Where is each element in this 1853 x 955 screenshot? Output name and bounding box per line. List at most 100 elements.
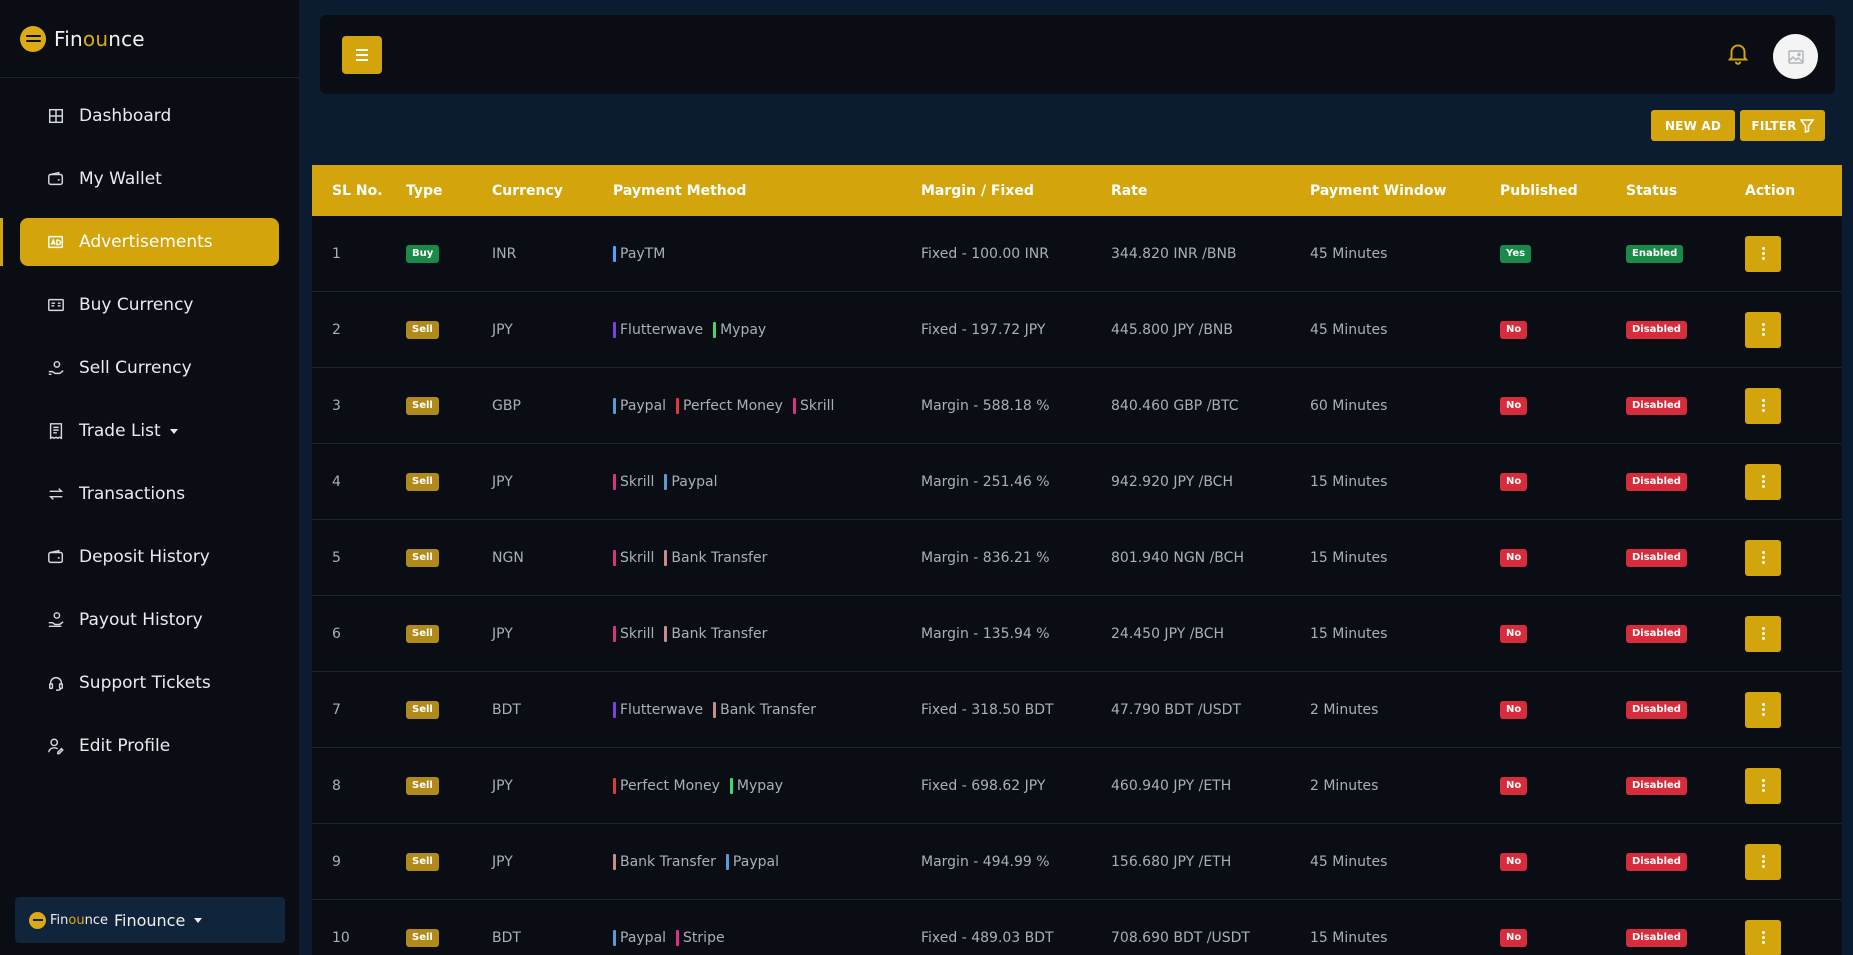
action-cell bbox=[1743, 463, 1842, 500]
sidebar-item-label: Dashboard bbox=[79, 106, 172, 126]
payment-method-name: Bank Transfer bbox=[620, 853, 716, 870]
rate: 47.790 BDT /USDT bbox=[1111, 701, 1242, 718]
row-actions-button[interactable] bbox=[1745, 843, 1781, 880]
color-bar bbox=[613, 853, 616, 870]
color-bar bbox=[713, 701, 717, 718]
profile-switcher[interactable]: Finounce Finounce bbox=[15, 897, 285, 943]
sidebar-item-my-wallet[interactable]: My Wallet bbox=[20, 155, 279, 203]
payment-method-name: Skrill bbox=[620, 549, 655, 566]
more-vertical-icon bbox=[1761, 323, 1765, 326]
color-bar bbox=[613, 397, 616, 414]
sl-number: 5 bbox=[332, 549, 341, 566]
row-actions-button[interactable] bbox=[1745, 691, 1781, 728]
color-bar bbox=[613, 245, 616, 262]
sidebar-item-sell-currency[interactable]: Sell Currency bbox=[20, 344, 279, 392]
action-cell bbox=[1743, 843, 1842, 880]
sidebar-item-deposit-history[interactable]: Deposit History bbox=[20, 533, 279, 581]
filter-icon bbox=[1799, 118, 1814, 133]
receipt-icon bbox=[47, 422, 65, 440]
sidebar-item-edit-profile[interactable]: Edit Profile bbox=[20, 722, 279, 770]
payment-method-name: Paypal bbox=[620, 397, 667, 414]
sl-number: 8 bbox=[332, 777, 341, 794]
published-badge: No bbox=[1500, 625, 1528, 643]
sidebar-item-transactions[interactable]: Transactions bbox=[20, 470, 279, 518]
rate: 840.460 GBP /BTC bbox=[1111, 397, 1239, 414]
table-row: 6 Sell JPY Skrill Bank Transfer Margin - 135.… bbox=[312, 596, 1842, 672]
action-cell bbox=[1743, 539, 1842, 576]
sidebar-item-advertisements[interactable]: Advertisements bbox=[0, 218, 279, 266]
row-actions-button[interactable] bbox=[1745, 235, 1781, 272]
bell-icon[interactable] bbox=[1725, 39, 1751, 67]
margin-fixed: Fixed - 489.03 BDT bbox=[921, 929, 1054, 946]
published-badge: No bbox=[1500, 473, 1528, 491]
payment-methods: PayTM bbox=[613, 245, 921, 262]
row-actions-button[interactable] bbox=[1745, 387, 1781, 424]
table-row: 2 Sell JPY Flutterwave Mypay Fixed - 197.72 J… bbox=[312, 292, 1842, 368]
row-actions-button[interactable] bbox=[1745, 767, 1781, 804]
row-actions-button[interactable] bbox=[1745, 311, 1781, 348]
payment-window: 45 Minutes bbox=[1310, 321, 1388, 338]
published-badge: No bbox=[1500, 853, 1528, 871]
table-row: 5 Sell NGN Skrill Bank Transfer Margin - 836.… bbox=[312, 520, 1842, 596]
status-badge: Disabled bbox=[1626, 549, 1687, 567]
type-cell: Sell bbox=[406, 852, 492, 871]
payment-method-tag: Bank Transfer bbox=[713, 701, 816, 718]
filter-button[interactable]: FILTER bbox=[1740, 110, 1825, 141]
payment-method-name: Perfect Money bbox=[620, 777, 720, 794]
currency: JPY bbox=[492, 321, 513, 338]
sidebar-item-trade-list[interactable]: Trade List bbox=[20, 407, 279, 455]
sidebar-item-dashboard[interactable]: Dashboard bbox=[20, 92, 279, 140]
column-header: SL No. bbox=[332, 182, 383, 199]
sidebar-item-label: Transactions bbox=[79, 484, 186, 504]
rate: 942.920 JPY /BCH bbox=[1111, 473, 1233, 490]
color-bar bbox=[664, 625, 668, 642]
sidebar-item-buy-currency[interactable]: Buy Currency bbox=[20, 281, 279, 329]
type-cell: Sell bbox=[406, 928, 492, 947]
row-actions-button[interactable] bbox=[1745, 539, 1781, 576]
column-header: Status bbox=[1626, 182, 1678, 199]
payment-method-name: Stripe bbox=[683, 929, 725, 946]
payment-method-name: Flutterwave bbox=[620, 321, 704, 338]
action-cell bbox=[1743, 767, 1842, 804]
column-header: Payment Window bbox=[1310, 182, 1447, 199]
published-cell: No bbox=[1500, 396, 1626, 415]
payment-method-tag: Skrill bbox=[792, 397, 834, 414]
published-badge: No bbox=[1500, 321, 1528, 339]
payment-window: 15 Minutes bbox=[1310, 929, 1388, 946]
rate: 344.820 INR /BNB bbox=[1111, 245, 1237, 262]
published-cell: No bbox=[1500, 928, 1626, 947]
payment-window: 60 Minutes bbox=[1310, 397, 1388, 414]
action-cell bbox=[1743, 691, 1842, 728]
color-bar bbox=[613, 321, 616, 338]
row-actions-button[interactable] bbox=[1745, 615, 1781, 652]
menu-toggle-button[interactable] bbox=[342, 36, 382, 74]
payment-method-tag: Flutterwave bbox=[613, 701, 703, 718]
status-badge: Disabled bbox=[1626, 473, 1687, 491]
row-actions-button[interactable] bbox=[1745, 919, 1781, 955]
type-badge: Buy bbox=[406, 245, 440, 263]
payment-method-tag: Perfect Money bbox=[676, 397, 783, 414]
payment-method-tag: Skrill bbox=[613, 549, 655, 566]
new-ad-button[interactable]: NEW AD bbox=[1651, 110, 1735, 141]
avatar[interactable] bbox=[1773, 34, 1818, 79]
payout-icon bbox=[47, 611, 65, 629]
row-actions-button[interactable] bbox=[1745, 463, 1781, 500]
column-header: Margin / Fixed bbox=[921, 182, 1034, 199]
sidebar-nav: Dashboard My Wallet Advertisements Buy Curr… bbox=[0, 78, 299, 770]
more-vertical-icon bbox=[1761, 399, 1765, 402]
sidebar-item-support-tickets[interactable]: Support Tickets bbox=[20, 659, 279, 707]
published-badge: No bbox=[1500, 929, 1528, 947]
margin-fixed: Fixed - 100.00 INR bbox=[921, 245, 1049, 262]
brand-name: Finounce bbox=[54, 26, 145, 51]
type-badge: Sell bbox=[406, 549, 439, 567]
user-edit-icon bbox=[47, 737, 65, 755]
action-cell bbox=[1743, 235, 1842, 272]
brand-logo[interactable]: Finounce bbox=[0, 0, 299, 78]
sidebar-item-payout-history[interactable]: Payout History bbox=[20, 596, 279, 644]
payment-window: 15 Minutes bbox=[1310, 473, 1388, 490]
action-cell bbox=[1743, 919, 1842, 955]
payment-method-tag: PayTM bbox=[613, 245, 665, 262]
payment-method-name: Bank Transfer bbox=[671, 549, 768, 566]
sl-number: 9 bbox=[332, 853, 341, 870]
margin-fixed: Margin - 251.46 % bbox=[921, 473, 1050, 490]
